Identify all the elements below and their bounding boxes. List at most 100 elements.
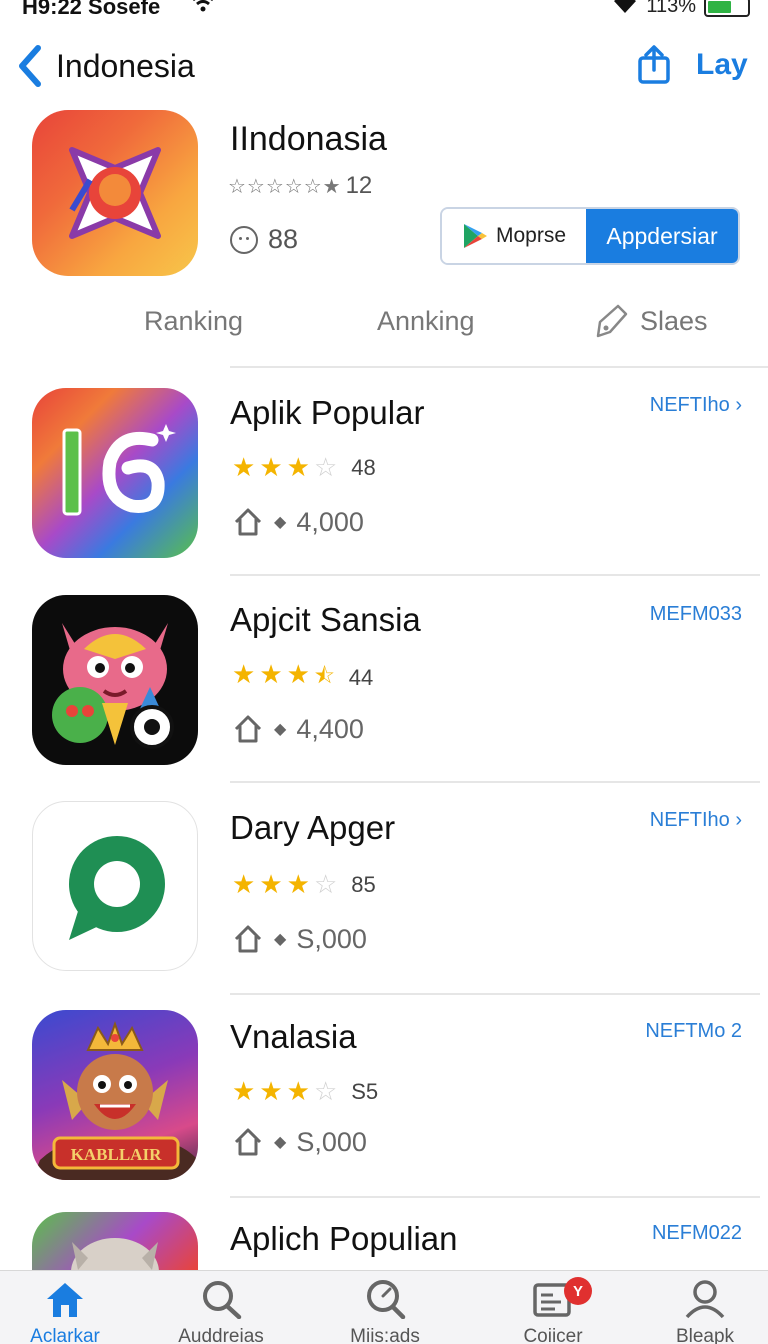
status-bar: H9:22 Sosefe 113% bbox=[0, 0, 768, 22]
app-link[interactable]: NEFM022 bbox=[652, 1222, 742, 1245]
star-icon: ★ bbox=[259, 869, 287, 899]
lay-button[interactable]: Lay bbox=[696, 48, 748, 82]
tab-bar-item-search[interactable]: Auddreias bbox=[156, 1279, 286, 1344]
primary-button[interactable]: Appdersiar bbox=[586, 209, 738, 263]
tab-ranking[interactable]: Ranking bbox=[144, 306, 243, 337]
app-rating: ★★★☆ S5 bbox=[232, 1076, 378, 1107]
app-icon bbox=[32, 801, 198, 971]
tab-slaes-label: Slaes bbox=[640, 305, 708, 336]
app-icon-header bbox=[32, 110, 198, 276]
star-icon: ★ bbox=[259, 659, 287, 689]
home-icon bbox=[47, 1283, 83, 1317]
rating-stars: ★★★⯪ bbox=[232, 659, 339, 697]
status-right: 113% bbox=[612, 0, 750, 19]
battery-percent: 113% bbox=[646, 0, 696, 17]
face-icon bbox=[230, 225, 258, 254]
star-icon: ★ bbox=[232, 869, 260, 899]
rating-stars: ★★★☆ bbox=[232, 869, 341, 900]
download-count: 4,000 bbox=[296, 506, 364, 537]
app-rating: ★★★⯪ 44 bbox=[232, 659, 373, 697]
tab-slaes[interactable]: Slaes bbox=[592, 302, 708, 340]
app-link[interactable]: NEFTMo 2 bbox=[645, 1020, 742, 1043]
battery-fill bbox=[708, 0, 732, 13]
rating-stars: ★★★☆ bbox=[232, 452, 341, 483]
search-icon bbox=[203, 1281, 242, 1320]
wifi-icon bbox=[612, 0, 638, 19]
star-icon: ☆ bbox=[313, 1076, 342, 1106]
tab-annking[interactable]: Annking bbox=[377, 306, 475, 337]
header-count: 88 bbox=[230, 224, 298, 255]
house-icon bbox=[234, 925, 262, 953]
diamond-icon: ◆ bbox=[274, 721, 287, 738]
rating-value: 44 bbox=[348, 665, 374, 690]
header-title: IIndonasia bbox=[230, 120, 387, 158]
app-downloads: ◆ 4,000 bbox=[232, 506, 364, 538]
star-icon: ★ bbox=[286, 452, 314, 482]
star-icon: ★ bbox=[286, 869, 314, 899]
star-icon: ⯪ bbox=[313, 663, 339, 688]
app-icon bbox=[32, 595, 198, 765]
app-title: Vnalasia bbox=[230, 1018, 357, 1055]
rating-value: S5 bbox=[351, 1078, 379, 1104]
play-store-icon bbox=[463, 224, 487, 248]
tab-bar-label: Auddreias bbox=[178, 1326, 264, 1344]
star-icon: ☆ bbox=[313, 452, 342, 482]
app-title: Apjcit Sansia bbox=[230, 601, 421, 638]
battery-icon bbox=[704, 0, 750, 17]
share-button[interactable] bbox=[636, 44, 672, 91]
app-title: Aplich Populian bbox=[230, 1220, 458, 1257]
nav-bar: Indonesia Lay bbox=[0, 38, 768, 98]
house-icon bbox=[234, 715, 262, 743]
diamond-icon: ◆ bbox=[274, 514, 287, 531]
app-link[interactable]: MEFM033 bbox=[650, 603, 742, 626]
app-downloads: ◆ S,000 bbox=[232, 923, 367, 955]
app-icon: KABLLAIR bbox=[32, 1010, 198, 1180]
segment-tabs: Ranking Annking Slaes bbox=[0, 300, 768, 350]
star-icon: ★ bbox=[232, 452, 260, 482]
tab-bar-label: Miis:ads bbox=[350, 1326, 420, 1344]
tab-bar-item-home[interactable]: Aclarkar bbox=[0, 1279, 130, 1344]
star-icon: ★ bbox=[259, 1076, 287, 1106]
star-icon: ★ bbox=[286, 659, 314, 689]
app-icon bbox=[32, 1212, 198, 1270]
diamond-icon: ◆ bbox=[274, 1134, 287, 1151]
status-time: H9:22 Sosefe bbox=[22, 0, 161, 19]
back-button[interactable]: Indonesia bbox=[16, 44, 195, 88]
house-icon bbox=[234, 508, 262, 536]
count-value: 88 bbox=[268, 224, 299, 254]
tab-bar-item-news[interactable]: Y Coiicer bbox=[488, 1277, 618, 1344]
tab-bar-item-profile[interactable]: Bleapk bbox=[640, 1279, 768, 1344]
header-rating: ☆☆☆☆☆★ 12 bbox=[228, 172, 372, 200]
divider bbox=[230, 366, 768, 368]
person-icon bbox=[685, 1280, 725, 1319]
download-count: S,000 bbox=[296, 923, 367, 954]
star-icon: ★ bbox=[232, 1076, 260, 1106]
share-icon bbox=[638, 45, 670, 84]
house-icon bbox=[234, 1128, 262, 1156]
app-icon bbox=[32, 388, 198, 558]
back-title: Indonesia bbox=[56, 47, 195, 84]
search-gauge-icon bbox=[367, 1280, 406, 1320]
app-title: Dary Apger bbox=[230, 809, 396, 846]
rating-value: 48 bbox=[351, 454, 376, 480]
app-title: Aplik Popular bbox=[230, 394, 425, 431]
diamond-icon: ◆ bbox=[274, 931, 287, 948]
tab-bar-label: Aclarkar bbox=[30, 1326, 100, 1344]
store-button[interactable]: Moprse bbox=[442, 209, 586, 263]
app-downloads: ◆ S,000 bbox=[232, 1126, 367, 1158]
app-downloads: ◆ 4,400 bbox=[232, 713, 364, 745]
download-count: 4,400 bbox=[296, 713, 364, 744]
rating-stars: ★★★☆ bbox=[232, 1076, 341, 1107]
signal-icon bbox=[190, 0, 216, 19]
divider bbox=[230, 993, 760, 995]
star-icon: ★ bbox=[286, 1076, 314, 1106]
app-link[interactable]: NEFTIho › bbox=[650, 394, 742, 417]
icon-banner-text: KABLLAIR bbox=[71, 1145, 162, 1164]
divider bbox=[230, 781, 760, 783]
tab-bar-label: Bleapk bbox=[675, 1326, 735, 1344]
tab-bar-label: Coiicer bbox=[523, 1326, 583, 1344]
app-rating: ★★★☆ 85 bbox=[232, 869, 376, 900]
tab-bar-item-search-gauge[interactable]: Miis:ads bbox=[320, 1279, 450, 1344]
app-link[interactable]: NEFTIho › bbox=[650, 809, 742, 832]
tag-icon bbox=[596, 304, 628, 338]
